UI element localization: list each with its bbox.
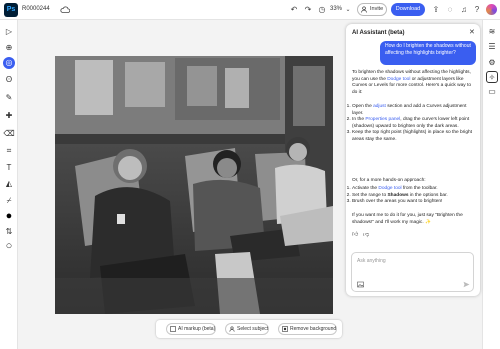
help-icon[interactable]: ? (471, 4, 483, 16)
background-color-swatch[interactable]: ○ (3, 240, 15, 252)
undo-icon[interactable]: ↶ (288, 4, 300, 16)
list-item: Brush over the areas you want to brighte… (352, 199, 475, 206)
add-person-icon (361, 6, 367, 13)
user-message-bubble: How do I brighten the shadows without af… (380, 41, 476, 65)
user-avatar[interactable] (486, 4, 497, 15)
cloud-sync-icon[interactable] (60, 5, 70, 15)
markup-icon (170, 326, 176, 332)
attach-image-icon[interactable] (357, 281, 364, 288)
layers-icon[interactable]: ≋ (486, 26, 498, 38)
assistant-intro: To brighten the shadows without affectin… (352, 70, 475, 96)
add-edit-icon[interactable]: ⊕ (3, 42, 15, 54)
send-icon[interactable] (463, 281, 470, 288)
invite-label: Invite (370, 6, 384, 12)
photoshop-logo[interactable]: Ps (4, 3, 18, 17)
list-item: Open the adjust section and add a Curves… (352, 104, 475, 117)
top-bar: Ps R0000244 ↶ ↷ ◷ 33% ⌄ Invite Download … (0, 0, 500, 20)
ask-input-placeholder[interactable]: Ask anything (357, 258, 386, 264)
eyedropper-icon[interactable]: ⌿ (3, 195, 15, 207)
foreground-color-swatch[interactable]: ● (3, 210, 15, 222)
adjustments-icon[interactable]: ☰ (486, 41, 498, 53)
ai-markup-label: AI markup (beta) (178, 326, 216, 332)
crop-icon[interactable]: ⌗ (3, 145, 15, 157)
contextual-task-bar: AI markup (beta) Select subject Remove b… (156, 320, 342, 338)
invite-button[interactable]: Invite (357, 3, 387, 16)
ask-input-box[interactable]: Ask anything (351, 252, 474, 292)
select-subject-button[interactable]: Select subject (225, 323, 270, 335)
selection-tool-icon[interactable]: ◎ (3, 57, 15, 69)
thumbs-down-icon[interactable]: 👎︎ (363, 232, 369, 238)
text-tool-icon[interactable]: T (3, 162, 15, 174)
remove-background-label: Remove background (290, 326, 337, 332)
swap-colors-icon[interactable]: ⇅ (3, 226, 15, 238)
zoom-level[interactable]: 33% (330, 6, 342, 12)
properties-panel-link[interactable]: Properties panel (365, 117, 400, 122)
ai-assistant-panel: AI Assistant (beta) ✕ How do I brighten … (346, 24, 480, 296)
download-button[interactable]: Download (391, 3, 425, 16)
remove-background-icon (282, 326, 288, 332)
thumbs-up-icon[interactable]: 👍︎ (352, 232, 358, 238)
ai-markup-button[interactable]: AI markup (beta) (166, 323, 217, 335)
left-toolbar: ▷ ⊕ ◎ ʘ ✎ ✚ ⌫ ⌗ T ◭ ⌿ ● ⇅ ○ (0, 20, 18, 349)
document-title[interactable]: R0000244 (22, 6, 50, 12)
photo-canvas[interactable] (55, 56, 333, 314)
list-item: Keep the top right point (highlights) in… (352, 130, 475, 143)
list-item: In the Properties panel, drag the curve'… (352, 117, 475, 130)
steps-list-2: Activate the Dodge tool from the toolbar… (352, 186, 475, 206)
photo-image (55, 56, 333, 314)
adjust-link[interactable]: adjust (373, 104, 386, 109)
select-subject-label: Select subject (237, 326, 269, 332)
dodge-tool-link[interactable]: Dodge tool (387, 77, 410, 82)
steps-list-1: Open the adjust section and add a Curves… (352, 104, 475, 144)
lasso-icon[interactable]: ʘ (3, 74, 15, 86)
comments-icon[interactable]: ▭ (486, 86, 498, 98)
healing-icon[interactable]: ✚ (3, 110, 15, 122)
ai-assistant-icon[interactable]: ✧ (486, 71, 498, 83)
bell-icon[interactable]: ♫ (458, 4, 470, 16)
dodge-tool-link-2[interactable]: Dodge tool (378, 186, 401, 191)
shadows-text: Shadows (387, 192, 409, 198)
feedback-row: 👍︎ 👎︎ (352, 230, 369, 238)
remove-background-button[interactable]: Remove background (278, 323, 338, 335)
brush-tool-icon[interactable]: ✎ (3, 92, 15, 104)
select-subject-icon (229, 326, 235, 332)
upload-icon[interactable]: ⇪ (430, 4, 442, 16)
right-rail: ≋ ☰ ⚙ ✧ ▭ (482, 20, 500, 349)
bulb-icon[interactable]: ◌ (444, 4, 456, 16)
panel-title: AI Assistant (beta) (352, 30, 405, 36)
zoom-chevron-icon[interactable]: ⌄ (342, 4, 354, 16)
properties-icon[interactable]: ⚙ (486, 57, 498, 69)
close-icon[interactable]: ✕ (469, 28, 475, 36)
redo-icon[interactable]: ↷ (302, 4, 314, 16)
history-icon[interactable]: ◷ (316, 4, 328, 16)
alt-intro: Or, for a more hands-on approach: (352, 178, 426, 183)
assistant-outro: If you want me to do it for you, just sa… (352, 213, 463, 225)
list-item: Activate the Dodge tool from the toolbar… (352, 186, 475, 193)
shapes-icon[interactable]: ◭ (3, 178, 15, 190)
eraser-icon[interactable]: ⌫ (3, 128, 15, 140)
move-tool-icon[interactable]: ▷ (3, 26, 15, 38)
